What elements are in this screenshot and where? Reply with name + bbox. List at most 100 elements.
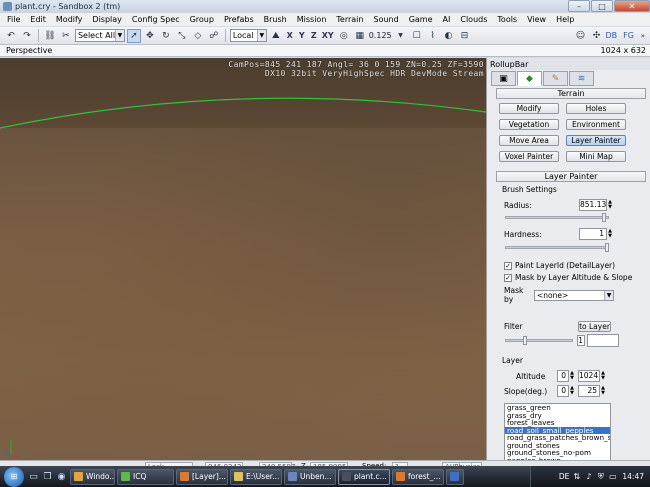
show-desktop-icon[interactable]: ▭	[28, 471, 39, 482]
menu-edit[interactable]: Edit	[25, 15, 51, 24]
close-button[interactable]: ✕	[614, 0, 650, 12]
lock-axis-icon[interactable]: ◎	[337, 29, 351, 43]
volume-icon[interactable]: ♪	[584, 472, 593, 481]
taskbar-item[interactable]	[446, 468, 464, 485]
menu-view[interactable]: View	[522, 15, 551, 24]
menu-clouds[interactable]: Clouds	[455, 15, 492, 24]
browser-icon[interactable]: ◉	[56, 471, 67, 482]
taskbar-item[interactable]: ICQ	[117, 468, 174, 485]
environment-button[interactable]: Environment	[566, 119, 626, 130]
filter-color-swatch[interactable]	[587, 334, 619, 347]
menu-prefabs[interactable]: Prefabs	[219, 15, 259, 24]
menu-file[interactable]: File	[2, 15, 25, 24]
menu-terrain[interactable]: Terrain	[331, 15, 368, 24]
start-button[interactable]: ⊞	[4, 466, 24, 487]
bookmark-icon[interactable]: ⊟	[458, 29, 472, 43]
select-region-icon[interactable]: ◇	[191, 29, 205, 43]
axis-y-button[interactable]: Y	[297, 29, 307, 43]
camera-icon[interactable]: ✣	[589, 29, 603, 43]
menu-display[interactable]: Display	[87, 15, 127, 24]
coord-system-dropdown[interactable]: Local ▼	[229, 29, 267, 42]
grid-size-value[interactable]: 0.125	[369, 31, 392, 40]
network-icon[interactable]: ⇅	[572, 472, 581, 481]
maximize-button[interactable]: □	[591, 0, 613, 12]
hardness-slider[interactable]	[505, 243, 609, 252]
objects-tab-icon[interactable]: ▣	[491, 71, 516, 86]
hardness-slider-thumb[interactable]	[605, 243, 609, 252]
menu-config-spec[interactable]: Config Spec	[127, 15, 185, 24]
object-icon[interactable]: ☍	[207, 29, 221, 43]
axis-xy-button[interactable]: XY	[321, 29, 335, 43]
select-cursor-icon[interactable]: ➚	[126, 28, 141, 43]
layer-painter-button[interactable]: Layer Painter	[566, 135, 626, 146]
terrain-section-header[interactable]: Terrain	[496, 88, 646, 99]
mask-by-select[interactable]: <none> ▼	[534, 289, 614, 301]
filter-value[interactable]: 1	[577, 335, 585, 346]
db-button[interactable]: DB	[605, 31, 617, 40]
display-icon[interactable]: ▭	[608, 472, 617, 481]
radius-slider[interactable]	[505, 213, 609, 222]
radius-slider-thumb[interactable]	[601, 213, 606, 222]
terrain-tab-icon[interactable]: ◆	[517, 71, 542, 86]
mini-map-button[interactable]: Mini Map	[566, 151, 626, 162]
menu-brush[interactable]: Brush	[259, 15, 292, 24]
paint-layerid-checkbox[interactable]: ✓	[504, 261, 512, 270]
voxel-painter-button[interactable]: Voxel Painter	[499, 151, 559, 162]
unlink-icon[interactable]: ✂	[59, 29, 73, 43]
minimize-button[interactable]: –	[568, 0, 590, 12]
slope-max-input[interactable]: 25	[578, 385, 600, 397]
taskbar-item[interactable]: forest_...	[392, 468, 444, 485]
menu-sound[interactable]: Sound	[368, 15, 403, 24]
holes-button[interactable]: Holes	[566, 103, 626, 114]
move-area-button[interactable]: Move Area	[499, 135, 559, 146]
snap-grid-icon[interactable]: ▦	[353, 29, 367, 43]
modelling-tab-icon[interactable]: ✎	[543, 71, 568, 86]
menu-group[interactable]: Group	[185, 15, 219, 24]
rotate-icon[interactable]: ↻	[159, 29, 173, 43]
layer-painter-section-header[interactable]: Layer Painter	[496, 171, 646, 182]
layers-tab-icon[interactable]: ≋	[569, 71, 594, 86]
altitude-min-input[interactable]: 0	[557, 370, 569, 382]
axis-x-button[interactable]: X	[285, 29, 295, 43]
fg-button[interactable]: FG	[623, 31, 634, 40]
taskbar-item[interactable]: E:\User...	[230, 468, 282, 485]
menu-modify[interactable]: Modify	[51, 15, 88, 24]
altitude-min-spinner-icon[interactable]: ▲ ▼	[569, 370, 575, 382]
menu-tools[interactable]: Tools	[492, 15, 522, 24]
vegetation-button[interactable]: Vegetation	[499, 119, 559, 130]
slope-min-input[interactable]: 0	[557, 385, 569, 397]
menu-game[interactable]: Game	[404, 15, 438, 24]
taskbar-item[interactable]: plant.c...	[338, 468, 390, 485]
radius-input[interactable]: 851.13	[579, 199, 607, 211]
radius-spinner-icon[interactable]: ▲ ▼	[607, 199, 613, 211]
ruler-icon[interactable]: ⌇	[426, 29, 440, 43]
mask-checkbox[interactable]: ✓	[504, 273, 512, 282]
layer-list[interactable]: grass_green grass_dry forest_leaves road…	[504, 403, 611, 467]
terrain-follow-icon[interactable]: ⛰	[269, 29, 283, 43]
clock[interactable]: 14:47	[622, 472, 644, 481]
link-icon[interactable]: ⛓	[43, 29, 57, 43]
material-icon[interactable]: ◐	[442, 29, 456, 43]
menu-help[interactable]: Help	[551, 15, 579, 24]
taskbar-item[interactable]: Unben...	[284, 468, 336, 485]
snap-angle-icon[interactable]: ☐	[410, 29, 424, 43]
menu-ai[interactable]: AI	[438, 15, 456, 24]
hardness-input[interactable]: 1	[579, 228, 607, 240]
to-layer-button[interactable]: to Layer	[578, 321, 611, 332]
filter-slider[interactable]	[505, 336, 573, 345]
slope-min-spinner-icon[interactable]: ▲ ▼	[569, 385, 575, 397]
language-indicator[interactable]: DE	[559, 472, 570, 481]
slope-max-spinner-icon[interactable]: ▲ ▼	[600, 385, 606, 397]
chevron-down-icon[interactable]: ▼	[394, 29, 408, 43]
selection-dropdown[interactable]: Select All ▼	[74, 29, 125, 42]
switch-windows-icon[interactable]: ❐	[42, 471, 53, 482]
axis-z-button[interactable]: Z	[309, 29, 319, 43]
menu-mission[interactable]: Mission	[292, 15, 332, 24]
player-icon[interactable]: ☺	[573, 29, 587, 43]
filter-slider-thumb[interactable]	[523, 336, 528, 345]
hardness-spinner-icon[interactable]: ▲ ▼	[607, 228, 613, 240]
undo-icon[interactable]: ↶	[4, 29, 18, 43]
shield-icon[interactable]: ⛨	[596, 472, 605, 481]
modify-button[interactable]: Modify	[499, 103, 559, 114]
scale-icon[interactable]: ⤡	[175, 29, 189, 43]
